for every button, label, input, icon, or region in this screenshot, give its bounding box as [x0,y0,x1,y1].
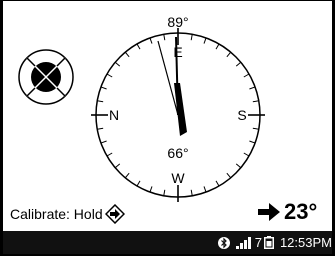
cardinal-south-label: S [237,107,246,123]
compass-tick [243,152,250,157]
bluetooth-icon [217,236,230,249]
compass-tick [106,73,113,78]
compass-tick [163,189,166,196]
compass-tick [190,189,193,196]
right-arrow-icon [258,203,280,221]
compass-tick [106,152,113,157]
calibrate-label: Calibrate: Hold [10,206,103,222]
compass-tick [226,51,232,58]
compass-tick [163,34,166,41]
compass-tick [149,186,153,193]
compass-tick [149,37,153,44]
battery-icon [263,236,274,249]
compass-tick [243,73,250,78]
compass-tick [215,180,220,187]
signal-status: 7 [235,235,274,250]
compass-tick [97,100,104,103]
compass-tick [249,86,256,90]
cardinal-west-label: W [171,170,185,186]
status-bar: 7 12:53PM [3,231,332,254]
compass-tick [100,86,107,90]
compass-tick [226,172,232,179]
compass-tick [100,140,107,144]
compass-tick [235,163,242,169]
calibrate-hint: Calibrate: Hold [10,204,125,224]
compass-tick [124,172,130,179]
compass-tick [203,186,207,193]
signal-icon [235,236,251,249]
compass-tick [215,43,220,50]
compass-tick [124,51,130,58]
clock: 12:53PM [279,235,332,250]
compass-screen: 89° E N S 66° W Calibrate: Hold 23° 7 12… [3,1,332,254]
compass-tick [203,37,207,44]
top-reading-label: 89° [167,14,188,30]
cardinal-north-label: N [109,107,119,123]
cardinal-east-label: E [173,44,182,60]
heading-value: 23° [284,199,318,224]
compass-tick [190,34,193,41]
signal-count: 7 [254,235,262,250]
compass-tick [114,61,121,67]
compass-tick [249,140,256,144]
compass-tick [252,127,259,130]
compass-tick [136,180,141,187]
diamond-right-arrow-icon[interactable] [104,204,125,224]
bluetooth-status [217,236,230,250]
compass-tick [136,43,141,50]
heading-readout: 23° [258,199,317,225]
compass-tick [114,163,121,169]
compass-tick [97,127,104,130]
center-reading-label: 66° [167,145,188,161]
compass-tick [235,61,242,67]
compass-tick [252,100,259,103]
